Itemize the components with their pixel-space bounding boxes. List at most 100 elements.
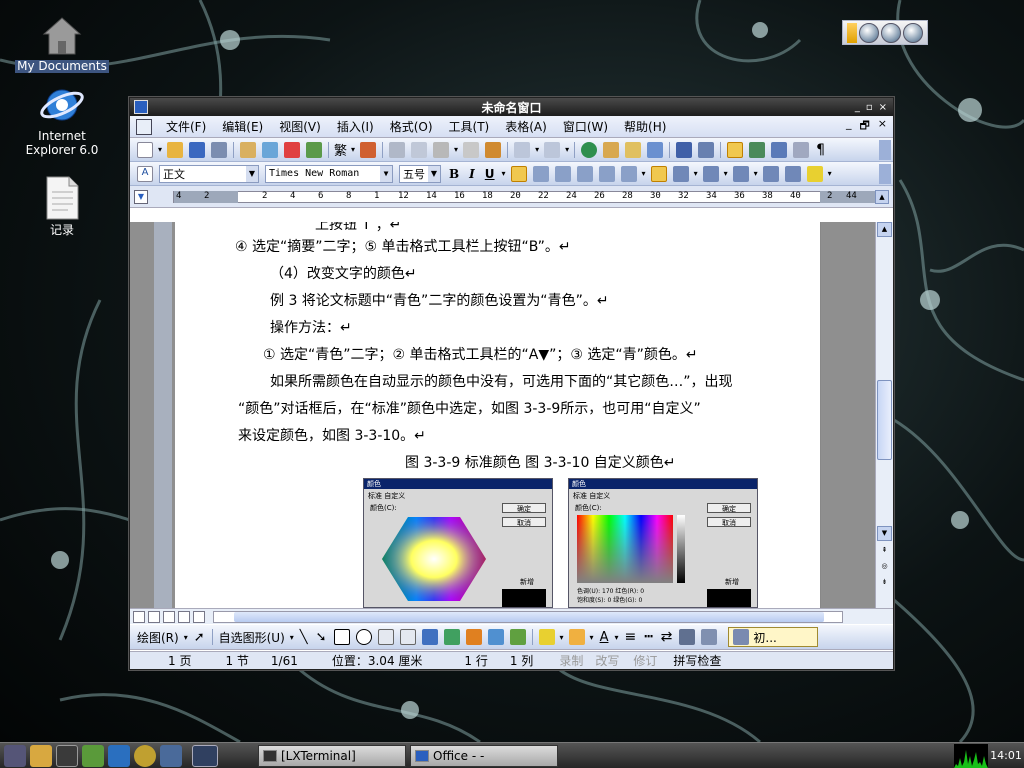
vertical-scrollbar[interactable]: ▲ ▼ ⇞ ◎ ⇟ [875, 222, 893, 608]
clipart-icon[interactable] [465, 629, 482, 645]
ie-taskbar-icon[interactable] [134, 744, 156, 767]
pilcrow-icon[interactable]: ¶ [816, 142, 825, 158]
scroll-up-icon[interactable]: ▲ [877, 222, 892, 237]
undo-icon[interactable] [514, 141, 531, 158]
draw-menu-button[interactable]: 绘图(R) [137, 629, 179, 646]
format-overflow-chevron-icon[interactable] [879, 163, 891, 184]
justify-icon[interactable] [576, 165, 593, 182]
horizontal-scrollbar[interactable] [130, 608, 893, 624]
menu-edit[interactable]: 编辑(E) [214, 118, 271, 135]
tab-selector-icon[interactable]: ▼ [134, 190, 148, 204]
print-icon[interactable] [240, 141, 257, 158]
terminal-icon[interactable] [56, 744, 78, 767]
menu-window[interactable]: 窗口(W) [555, 118, 616, 135]
status-record[interactable]: 录制 [559, 652, 583, 669]
distributed-icon[interactable] [598, 165, 615, 182]
file-manager-icon[interactable] [30, 744, 52, 767]
status-spellcheck[interactable]: 拼写检查 [673, 652, 721, 669]
internet-explorer-desktop-icon[interactable]: Internet Explorer 6.0 [14, 84, 110, 157]
document-page[interactable]: 上按钮“I”；↵ ④ 选定“摘要”二字；⑤ 单击格式工具栏上按钮“B”。↵ （4… [175, 222, 821, 608]
paste-icon[interactable] [433, 141, 450, 158]
settings-gear-icon[interactable] [771, 141, 788, 158]
doc-close-button[interactable]: × [878, 117, 887, 136]
line-spacing-icon[interactable] [620, 165, 637, 182]
open-folder-icon[interactable] [167, 141, 184, 158]
pdf-icon[interactable] [284, 141, 301, 158]
italic-button[interactable]: I [469, 167, 475, 181]
align-center-icon[interactable] [532, 165, 549, 182]
textbox-icon[interactable] [377, 629, 394, 645]
record-file-desktop-icon[interactable]: 记录 [14, 176, 110, 237]
paragraph-icon[interactable] [650, 165, 667, 182]
ruler-scroll-up-icon[interactable]: ▲ [875, 190, 889, 204]
copy-icon[interactable] [411, 141, 428, 158]
menu-insert[interactable]: 插入(I) [329, 118, 382, 135]
show-desktop-icon[interactable] [4, 744, 26, 767]
normal-view-icon[interactable] [133, 610, 145, 623]
edit-icon[interactable] [603, 141, 620, 158]
init-box[interactable]: 初... [728, 627, 819, 647]
increase-indent-icon[interactable] [784, 165, 801, 182]
widget-button-2-icon[interactable] [881, 22, 901, 43]
arrow-style-icon[interactable]: ⇄ [661, 629, 673, 645]
document-map-icon[interactable] [749, 141, 766, 158]
wordart-icon[interactable] [421, 629, 438, 645]
save-icon[interactable] [189, 141, 206, 158]
hscroll-thumb[interactable] [234, 611, 824, 622]
traditional-chinese-button[interactable]: 繁 [334, 140, 347, 159]
doc-restore-button[interactable]: 🗗 [859, 117, 869, 136]
font-style-icon[interactable] [360, 141, 377, 158]
toolbar-overflow-chevron-icon[interactable] [879, 139, 891, 160]
scroll-thumb[interactable] [877, 380, 892, 460]
document-menu-icon[interactable] [136, 118, 152, 135]
new-document-icon[interactable] [137, 141, 153, 158]
status-track-changes[interactable]: 修订 [633, 652, 657, 669]
print-view-icon[interactable] [163, 610, 175, 623]
numbering-icon[interactable] [672, 165, 689, 182]
hscroll-track[interactable] [213, 610, 843, 623]
taskbar-office[interactable]: Office - - [410, 744, 558, 767]
line-style-icon[interactable]: ≡ [624, 629, 636, 645]
navigator-icon[interactable] [727, 141, 744, 158]
minimize-button[interactable]: _ [855, 102, 860, 113]
menu-tools[interactable]: 工具(T) [441, 118, 498, 135]
rectangle-icon[interactable] [333, 629, 350, 645]
align-left-icon[interactable] [510, 165, 527, 182]
arrow-icon[interactable]: ➘ [316, 630, 327, 645]
shadow-icon[interactable] [679, 629, 696, 645]
drawing-toggle-icon[interactable] [698, 141, 715, 158]
web-view-icon[interactable] [148, 610, 160, 623]
window-titlebar[interactable]: 未命名窗口 _ ▫ × [130, 98, 893, 116]
bold-button[interactable]: B [449, 167, 459, 181]
window-list-icon[interactable] [160, 744, 182, 767]
diagram-icon[interactable] [443, 629, 460, 645]
desktop-pager-icon[interactable] [192, 744, 218, 767]
scroll-down-icon[interactable]: ▼ [877, 526, 892, 541]
maximize-button[interactable]: ▫ [866, 102, 873, 113]
autoshapes-button[interactable]: 自选图形(U) [219, 629, 285, 646]
font-color-icon[interactable]: A [600, 630, 609, 645]
widget-button-3-icon[interactable] [903, 22, 923, 43]
spelling-icon[interactable] [306, 141, 323, 158]
permission-icon[interactable] [211, 141, 228, 158]
align-right-icon[interactable] [554, 165, 571, 182]
style-combo[interactable]: 正文 ▼ [159, 164, 259, 183]
3d-icon[interactable] [701, 629, 718, 645]
menu-file[interactable]: 文件(F) [158, 118, 214, 135]
menu-format[interactable]: 格式(O) [382, 118, 441, 135]
insert-picture-icon[interactable] [487, 629, 504, 645]
table-grid-icon[interactable] [647, 141, 664, 158]
style-pane-icon[interactable]: A [137, 165, 153, 182]
menu-view[interactable]: 视图(V) [271, 118, 329, 135]
underline-button[interactable]: U [485, 167, 495, 181]
my-documents-desktop-icon[interactable]: My Documents [14, 14, 110, 73]
leaf-icon[interactable] [82, 744, 104, 767]
line-icon[interactable]: ╲ [300, 630, 308, 645]
select-objects-icon[interactable]: ➚ [194, 630, 205, 645]
status-overtype[interactable]: 改写 [595, 652, 619, 669]
font-combo[interactable]: Times New Roman ▼ [265, 164, 393, 183]
bullets-icon[interactable] [702, 165, 719, 182]
zoom-icon[interactable] [793, 141, 810, 158]
hyperlink-icon[interactable] [581, 141, 598, 158]
size-combo[interactable]: 五号 ▼ [399, 164, 441, 183]
